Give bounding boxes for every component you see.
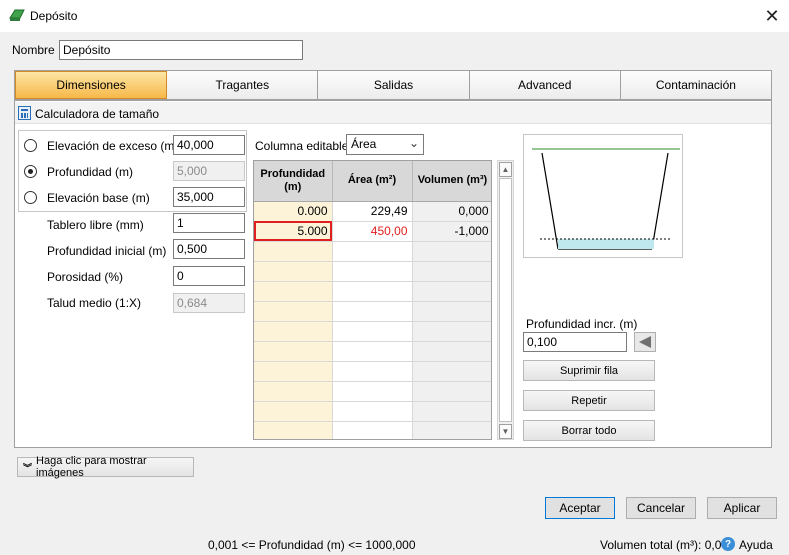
elevacion-exceso-label: Elevación de exceso (m) <box>47 139 179 153</box>
cancel-button[interactable]: Cancelar <box>626 497 696 519</box>
repeat-button[interactable]: Repetir <box>523 390 655 411</box>
triangle-up-icon: ▲ <box>501 165 510 174</box>
tab-dimensiones[interactable]: Dimensiones <box>15 71 168 99</box>
empty-row[interactable] <box>254 341 491 362</box>
scroll-thumb[interactable] <box>499 178 512 422</box>
name-input[interactable]: Depósito <box>59 40 303 60</box>
profundidad-label: Profundidad (m) <box>47 165 134 179</box>
window-title: Depósito <box>30 9 78 23</box>
delete-row-button[interactable]: Suprimir fila <box>523 360 655 381</box>
name-label: Nombre <box>12 43 55 57</box>
header-depth[interactable]: Profundidad (m) <box>254 161 333 202</box>
profundidad-input: 5,000 <box>173 161 245 181</box>
header-area[interactable]: Área (m²) <box>332 161 413 202</box>
reservoir-section-drawing <box>532 148 680 250</box>
cell-volume: 0,000 <box>412 201 491 222</box>
elevacion-exceso-input[interactable]: 40,000 <box>173 135 245 155</box>
cell-area[interactable]: 229,49 <box>332 201 413 222</box>
cell-volume: -1,000 <box>412 221 491 242</box>
talud-medio-label: Talud medio (1:X) <box>47 296 142 310</box>
close-icon: ✕ <box>764 5 780 26</box>
increment-input[interactable]: 0,100 <box>523 332 627 352</box>
section-title: Calculadora de tamaño <box>35 107 160 121</box>
show-images-button[interactable]: ︾ Haga clic para mostrar imágenes <box>17 455 194 479</box>
editable-column-select[interactable]: Área ⌄ <box>346 134 424 155</box>
empty-row[interactable] <box>254 401 491 422</box>
header-volume[interactable]: Volumen (m³) <box>412 161 491 202</box>
close-button[interactable]: ✕ <box>758 2 786 30</box>
editable-column-label: Columna editable <box>255 139 349 153</box>
scroll-down-button[interactable]: ▼ <box>499 424 512 439</box>
help-link[interactable]: Ayuda <box>739 538 773 552</box>
profundidad-inicial-label: Profundidad inicial (m) <box>47 244 167 258</box>
talud-medio-input: 0,684 <box>173 293 245 313</box>
reservoir-icon <box>9 8 25 22</box>
tab-advanced[interactable]: Advanced <box>469 71 621 99</box>
cell-area-invalid[interactable]: 450,00 <box>332 221 413 242</box>
empty-row[interactable] <box>254 241 491 262</box>
empty-row[interactable] <box>254 361 491 382</box>
grid-scrollbar[interactable]: ▲ ▼ <box>497 160 514 440</box>
show-images-label: Haga clic para mostrar imágenes <box>36 455 147 479</box>
triangle-left-icon <box>639 336 651 348</box>
tab-contaminacion[interactable]: Contaminación <box>620 71 772 99</box>
clear-all-button[interactable]: Borrar todo <box>523 420 655 441</box>
tab-salidas[interactable]: Salidas <box>318 71 470 99</box>
empty-row[interactable] <box>254 421 491 439</box>
title-bar <box>0 0 789 32</box>
tab-tragantes[interactable]: Tragantes <box>167 71 319 99</box>
accept-button[interactable]: Aceptar <box>545 497 615 519</box>
tablero-libre-label: Tablero libre (mm) <box>47 218 144 232</box>
elevacion-base-label: Elevación base (m) <box>47 191 150 205</box>
depth-range-status: 0,001 <= Profundidad (m) <= 1000,000 <box>208 538 416 552</box>
table-row[interactable]: 5.000 450,00 -1,000 <box>254 221 491 242</box>
empty-row[interactable] <box>254 381 491 402</box>
profundidad-inicial-input[interactable]: 0,500 <box>173 239 245 259</box>
radio-elevacion-base[interactable] <box>24 191 37 204</box>
increment-label: Profundidad incr. (m) <box>526 317 638 331</box>
tablero-libre-input[interactable]: 1 <box>173 213 245 233</box>
empty-row[interactable] <box>254 261 491 282</box>
triangle-down-icon: ▼ <box>501 427 510 436</box>
help-icon[interactable]: ? <box>721 537 735 551</box>
double-chevron-down-icon: ︾ <box>23 462 33 473</box>
radio-profundidad[interactable] <box>24 165 37 178</box>
porosidad-input[interactable]: 0 <box>173 266 245 286</box>
reservoir-preview <box>523 134 683 258</box>
editable-column-value: Área <box>351 137 377 151</box>
empty-row[interactable] <box>254 301 491 322</box>
empty-row[interactable] <box>254 321 491 342</box>
calculator-icon <box>18 106 31 120</box>
scroll-up-button[interactable]: ▲ <box>499 162 512 177</box>
tab-bar: Dimensiones Tragantes Salidas Advanced C… <box>14 70 772 100</box>
apply-button[interactable]: Aplicar <box>707 497 777 519</box>
chevron-down-icon: ⌄ <box>408 136 419 150</box>
cell-depth-selected[interactable]: 5.000 <box>254 221 333 242</box>
radio-elevacion-exceso[interactable] <box>24 139 37 152</box>
table-row[interactable]: 0.000 229,49 0,000 <box>254 201 491 222</box>
apply-increment-button[interactable] <box>634 332 656 352</box>
cell-depth[interactable]: 0.000 <box>254 201 333 222</box>
empty-row[interactable] <box>254 281 491 302</box>
porosidad-label: Porosidad (%) <box>47 270 124 284</box>
elevacion-base-input[interactable]: 35,000 <box>173 187 245 207</box>
total-volume-status: Volumen total (m³): 0,000 <box>600 538 735 552</box>
depth-area-grid[interactable]: Profundidad (m) Área (m²) Volumen (m³) 0… <box>253 160 492 440</box>
